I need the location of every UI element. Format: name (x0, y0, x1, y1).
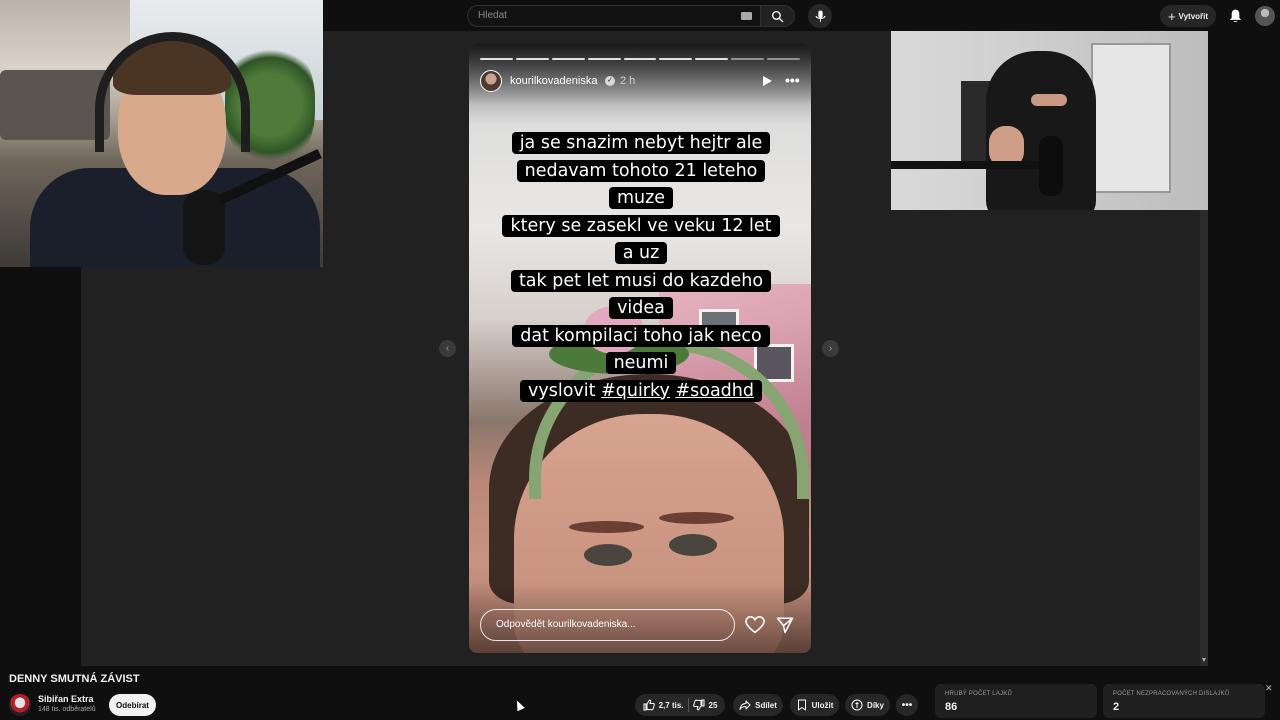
progress-segment (695, 58, 729, 60)
heart-icon[interactable] (745, 616, 765, 634)
thumbs-up-icon (643, 699, 655, 711)
story-eyebrow (569, 521, 644, 533)
create-label: Vytvořit (1178, 11, 1209, 21)
search-placeholder: Hledat (478, 10, 507, 21)
caption-line: ja se snazim nebyt hejtr ale (519, 133, 763, 153)
video-info-bar: DENNY SMUTNÁ ZÁVIST Sibiřan Extra 148 ti… (0, 666, 1280, 720)
progress-segment (551, 58, 585, 60)
verified-icon: ✓ (605, 76, 615, 86)
voice-search-button[interactable] (808, 4, 832, 28)
stat-card-likes: HRUBÝ POČET LAJKŮ 86 (935, 684, 1097, 718)
cam-person-face (1031, 94, 1067, 106)
previous-story-button[interactable]: ‹ (439, 340, 456, 357)
progress-segment (767, 58, 801, 60)
search-input[interactable]: Hledat (467, 5, 761, 27)
subscribe-button[interactable]: Odebírat (109, 694, 156, 716)
like-dislike-group: 2,7 tis. 25 (635, 694, 725, 716)
thanks-button[interactable]: Díky (845, 694, 890, 716)
close-icon[interactable]: ✕ (1265, 683, 1273, 694)
bell-icon (1229, 9, 1241, 23)
notifications-button[interactable] (1226, 7, 1244, 25)
cam-mic-arm (891, 161, 1041, 169)
story-eyebrow (659, 512, 734, 524)
story-caption: ja se snazim nebyt hejtr ale nedavam toho… (500, 130, 782, 405)
more-actions-button[interactable]: ••• (896, 694, 918, 716)
story-viewer[interactable]: kourilkovadeniska ✓ 2 h ••• ja se snazim… (469, 44, 811, 653)
create-button[interactable]: + Vytvořit (1160, 5, 1216, 27)
subscriber-count: 148 tis. odběratelů (38, 706, 96, 713)
chevron-right-icon: › (828, 343, 833, 354)
stat-card-dislikes: POČET NEZPRACOVANÝCH DISLAJKŮ 2 (1103, 684, 1265, 718)
progress-segment (731, 58, 765, 60)
divider (687, 698, 689, 712)
story-username[interactable]: kourilkovadeniska (510, 75, 597, 87)
story-progress-bar (480, 58, 801, 60)
progress-segment (587, 58, 621, 60)
caption-line: nedavam tohoto 21 leteho muze (524, 160, 758, 209)
caption-line: ktery se zasekl ve veku 12 let a uz (510, 215, 772, 264)
save-button[interactable]: Uložit (790, 694, 839, 716)
video-title: DENNY SMUTNÁ ZÁVIST (9, 673, 140, 685)
cam-sofa (0, 70, 110, 140)
plus-icon: + (1167, 8, 1176, 24)
dislike-count: 25 (708, 700, 718, 710)
webcam-overlay-left (0, 0, 323, 267)
story-avatar[interactable] (480, 70, 502, 92)
thanks-label: Díky (867, 700, 884, 710)
reply-placeholder: Odpovědět kourilkovadeniska... (496, 619, 636, 630)
mouse-cursor-icon (513, 698, 525, 712)
like-count: 2,7 tis. (658, 700, 684, 710)
reply-input[interactable]: Odpovědět kourilkovadeniska... (480, 609, 735, 641)
caption-line: dat kompilaci toho jak neco neumi (520, 325, 762, 374)
dislike-button[interactable]: 25 (692, 699, 718, 711)
save-label: Uložit (811, 700, 834, 710)
play-icon[interactable] (763, 76, 772, 86)
send-icon[interactable] (776, 616, 794, 634)
progress-segment (623, 58, 657, 60)
story-eye (669, 534, 717, 556)
hashtag-link[interactable]: #soadhd (675, 381, 754, 401)
app-root: ▼ ‹ › kourilkovadeniska ✓ 2 h ••• ja se … (0, 0, 1280, 720)
hashtag-link[interactable]: #quirky (601, 381, 670, 401)
stat-label: POČET NEZPRACOVANÝCH DISLAJKŮ (1113, 691, 1230, 697)
stat-value: 2 (1113, 701, 1120, 713)
cam-microphone (1039, 136, 1063, 196)
share-button[interactable]: Sdílet (733, 694, 783, 716)
more-horizontal-icon: ••• (901, 699, 913, 711)
caption-text: ja se snazim nebyt hejtr ale nedavam toho… (502, 132, 780, 402)
scrollbar[interactable] (1200, 210, 1208, 666)
more-icon[interactable]: ••• (785, 72, 800, 88)
channel-name[interactable]: Sibiřan Extra (38, 694, 94, 704)
story-eye (584, 544, 632, 566)
story-time: 2 h (620, 75, 636, 87)
story-header: kourilkovadeniska ✓ 2 h ••• (480, 70, 800, 92)
webcam-overlay-right (891, 31, 1208, 210)
bookmark-icon (797, 699, 806, 711)
next-story-button[interactable]: › (822, 340, 839, 357)
keyboard-icon[interactable] (741, 12, 752, 20)
stat-value: 86 (945, 701, 958, 713)
share-label: Sdílet (755, 700, 777, 710)
cam-shelf (1091, 43, 1171, 193)
caption-line: tak pet let musi do kazdeho videa (518, 270, 764, 319)
chevron-left-icon: ‹ (445, 343, 450, 354)
caption-line: vyslovit (528, 380, 596, 401)
thanks-icon (851, 699, 863, 711)
thumbs-down-icon (692, 699, 704, 711)
progress-segment (659, 58, 693, 60)
scroll-down-icon[interactable]: ▼ (1200, 656, 1208, 666)
account-avatar[interactable] (1255, 6, 1275, 26)
search-button[interactable] (761, 5, 795, 27)
like-button[interactable]: 2,7 tis. (643, 699, 684, 711)
top-bar: Hledat + Vytvořit (323, 0, 1280, 31)
share-icon (739, 700, 751, 710)
microphone-icon (815, 10, 825, 22)
progress-segment (480, 58, 513, 60)
cam-microphone (183, 190, 225, 265)
channel-avatar[interactable] (9, 694, 31, 716)
stat-label: HRUBÝ POČET LAJKŮ (945, 691, 1012, 697)
search-icon (771, 10, 784, 22)
progress-segment (515, 58, 549, 60)
